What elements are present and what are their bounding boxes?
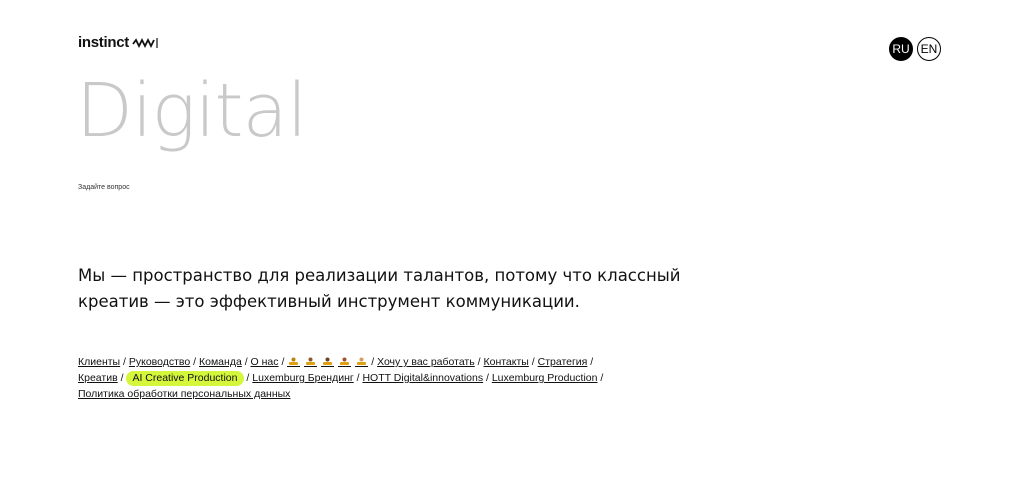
nav-separator: / xyxy=(356,372,360,384)
nav-luxemburg-production-link[interactable]: Luxemburg Production xyxy=(492,372,598,384)
nav-separator: / xyxy=(600,372,604,384)
language-switcher: RU EN xyxy=(889,37,941,61)
nav-clients-link[interactable]: Клиенты xyxy=(78,356,120,368)
nav-separator: / xyxy=(193,356,197,368)
nav-separator: / xyxy=(477,356,481,368)
footer-nav: Клиенты / Руководство / Команда / О нас … xyxy=(78,354,658,402)
nav-separator: / xyxy=(281,356,285,368)
person-figure-icon xyxy=(304,357,318,368)
nav-separator: / xyxy=(486,372,489,384)
nav-team-link[interactable]: Команда xyxy=(199,356,242,368)
person-figure-icon xyxy=(355,357,369,368)
nav-separator: / xyxy=(371,356,375,368)
nav-contacts-link[interactable]: Контакты xyxy=(483,356,528,368)
logo-text: instinct xyxy=(78,34,129,51)
tagline: Мы — пространство для реализации таланто… xyxy=(78,263,698,315)
nav-creative-link[interactable]: Креатив xyxy=(78,372,118,384)
nav-separator: / xyxy=(246,372,250,384)
lang-ru-button[interactable]: RU xyxy=(889,37,913,61)
nav-strategy-link[interactable]: Стратегия xyxy=(538,356,588,368)
person-figure-icon xyxy=(321,357,335,368)
person-figure-icon xyxy=(338,357,352,368)
logo[interactable]: instinct xyxy=(78,34,160,51)
nav-ai-creative-link[interactable]: AI Creative Production xyxy=(126,371,244,386)
page-title: Digital xyxy=(76,68,307,154)
team-figures[interactable] xyxy=(287,357,369,368)
nav-careers-link[interactable]: Хочу у вас работать xyxy=(377,356,475,368)
nav-leadership-link[interactable]: Руководство xyxy=(129,356,190,368)
lang-en-button[interactable]: EN xyxy=(917,37,941,61)
nav-hott-link[interactable]: HOTT Digital&innovations xyxy=(362,372,483,384)
wave-mark-icon xyxy=(132,37,158,48)
person-figure-icon xyxy=(287,357,301,368)
nav-luxemburg-branding-link[interactable]: Luxemburg Брендинг xyxy=(252,372,353,384)
tagline-line-1: Мы — пространство для реализации таланто… xyxy=(78,266,681,285)
nav-separator: / xyxy=(244,356,248,368)
nav-separator: / xyxy=(531,356,535,368)
nav-separator: / xyxy=(120,372,124,384)
tagline-line-2: креатив — это эффективный инструмент ком… xyxy=(78,292,580,311)
nav-separator: / xyxy=(590,356,594,368)
nav-privacy-policy-link[interactable]: Политика обработки персональных данных xyxy=(78,388,290,400)
nav-about-link[interactable]: О нас xyxy=(251,356,279,368)
ask-question-link[interactable]: Задайте вопрос xyxy=(78,184,130,191)
nav-separator: / xyxy=(123,356,126,368)
